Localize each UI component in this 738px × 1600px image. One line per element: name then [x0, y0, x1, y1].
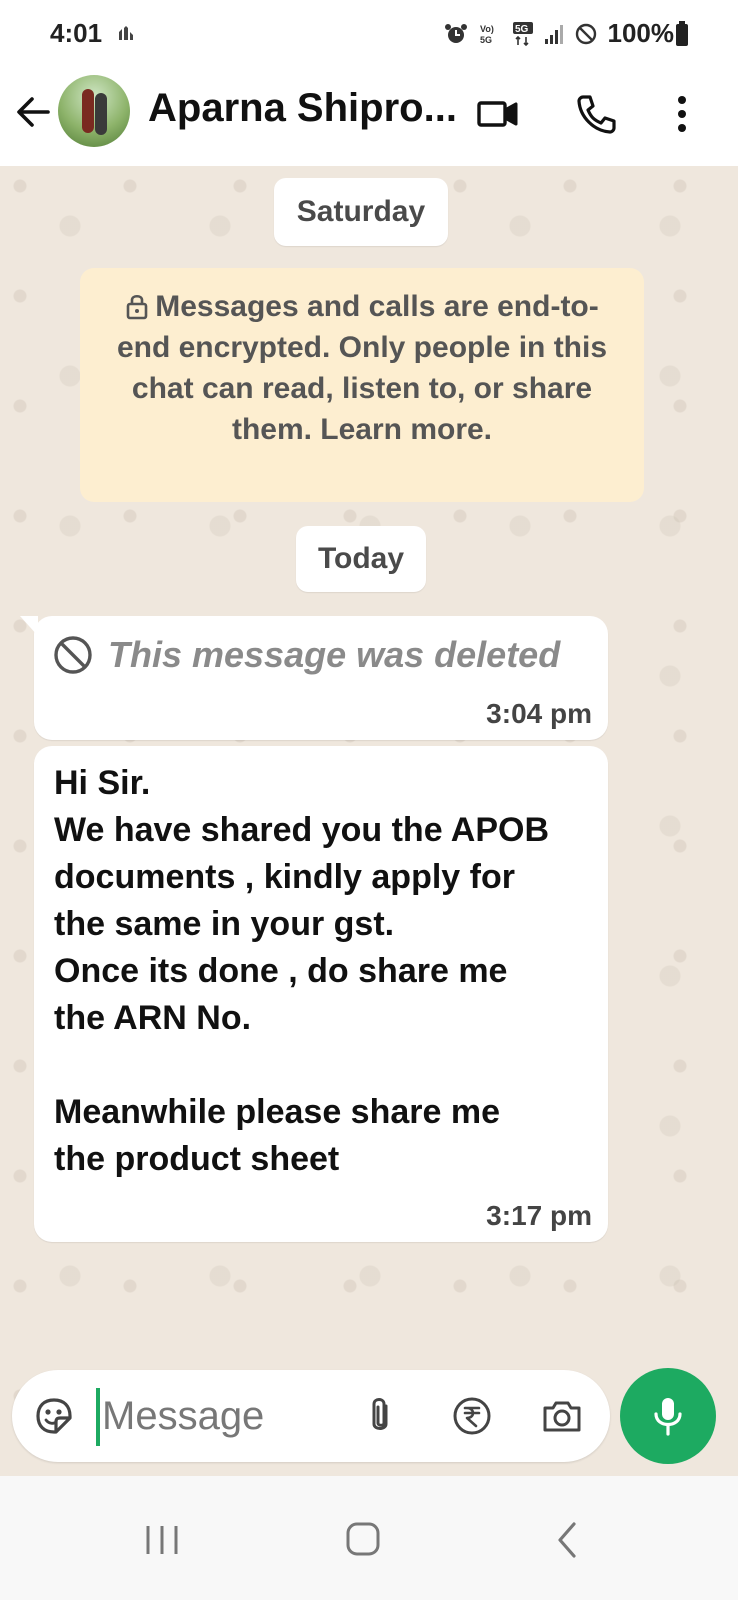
contact-avatar[interactable] — [58, 75, 130, 147]
emoji-sticker-icon[interactable] — [32, 1394, 76, 1438]
date-chip-saturday: Saturday — [274, 178, 448, 246]
home-icon[interactable] — [336, 1510, 396, 1570]
do-not-disturb-icon — [575, 23, 596, 44]
battery-percentage: 100% — [607, 18, 675, 48]
date-chip-today: Today — [296, 526, 426, 592]
nav-back-icon[interactable] — [540, 1510, 600, 1570]
bubble-tail — [20, 616, 38, 636]
svg-text:5G: 5G — [480, 35, 492, 45]
deleted-message-text: This message was deleted — [108, 634, 561, 675]
alarm-icon — [444, 23, 467, 43]
message-bubble-deleted[interactable]: This message was deleted 3:04 pm — [20, 616, 608, 740]
5g-icon: 5G — [512, 21, 533, 46]
contact-name[interactable]: Aparna Shipro... — [148, 86, 457, 131]
status-indicators: Vo) 5G 5G 100% — [444, 18, 675, 49]
chat-header: Aparna Shipro... — [0, 70, 738, 166]
video-call-icon[interactable] — [476, 92, 520, 136]
message-time: 3:17 pm — [486, 1200, 592, 1231]
encryption-notice-text: Messages and calls are end-to-end encryp… — [116, 290, 608, 446]
deleted-icon — [54, 636, 92, 674]
message-composer — [12, 1370, 610, 1462]
volte-icon: Vo) 5G — [480, 24, 494, 45]
encryption-notice[interactable]: Messages and calls are end-to-end encryp… — [80, 268, 644, 502]
message-input[interactable] — [102, 1384, 342, 1448]
signal-icon — [544, 24, 563, 44]
mic-button[interactable] — [620, 1368, 716, 1464]
status-bar: 4:01 Vo) 5G 5G 100% — [0, 0, 738, 70]
system-nav-bar — [0, 1476, 738, 1600]
lock-icon — [126, 294, 148, 320]
camera-icon[interactable] — [540, 1394, 584, 1438]
chat-area[interactable]: Saturday Messages and calls are end-to-e… — [0, 166, 738, 1476]
mic-icon — [654, 1398, 682, 1436]
recent-apps-icon[interactable] — [132, 1510, 192, 1570]
message-text: Hi Sir. We have shared you the APOB docu… — [54, 764, 550, 1178]
status-time: 4:01 — [50, 18, 103, 48]
attach-icon[interactable] — [358, 1394, 402, 1438]
more-options-icon[interactable] — [660, 92, 704, 136]
rupee-payment-icon[interactable] — [450, 1394, 494, 1438]
svg-text:5G: 5G — [515, 24, 529, 35]
back-arrow-icon[interactable] — [14, 92, 54, 132]
svg-text:Vo): Vo) — [480, 24, 494, 34]
message-bubble-text[interactable]: Hi Sir. We have shared you the APOB docu… — [34, 746, 608, 1242]
message-time: 3:04 pm — [486, 698, 592, 729]
voice-call-icon[interactable] — [574, 92, 618, 136]
text-cursor — [96, 1388, 100, 1446]
app-notification-icon — [119, 26, 133, 40]
battery-icon — [676, 21, 688, 46]
composer-bar — [0, 1360, 738, 1476]
